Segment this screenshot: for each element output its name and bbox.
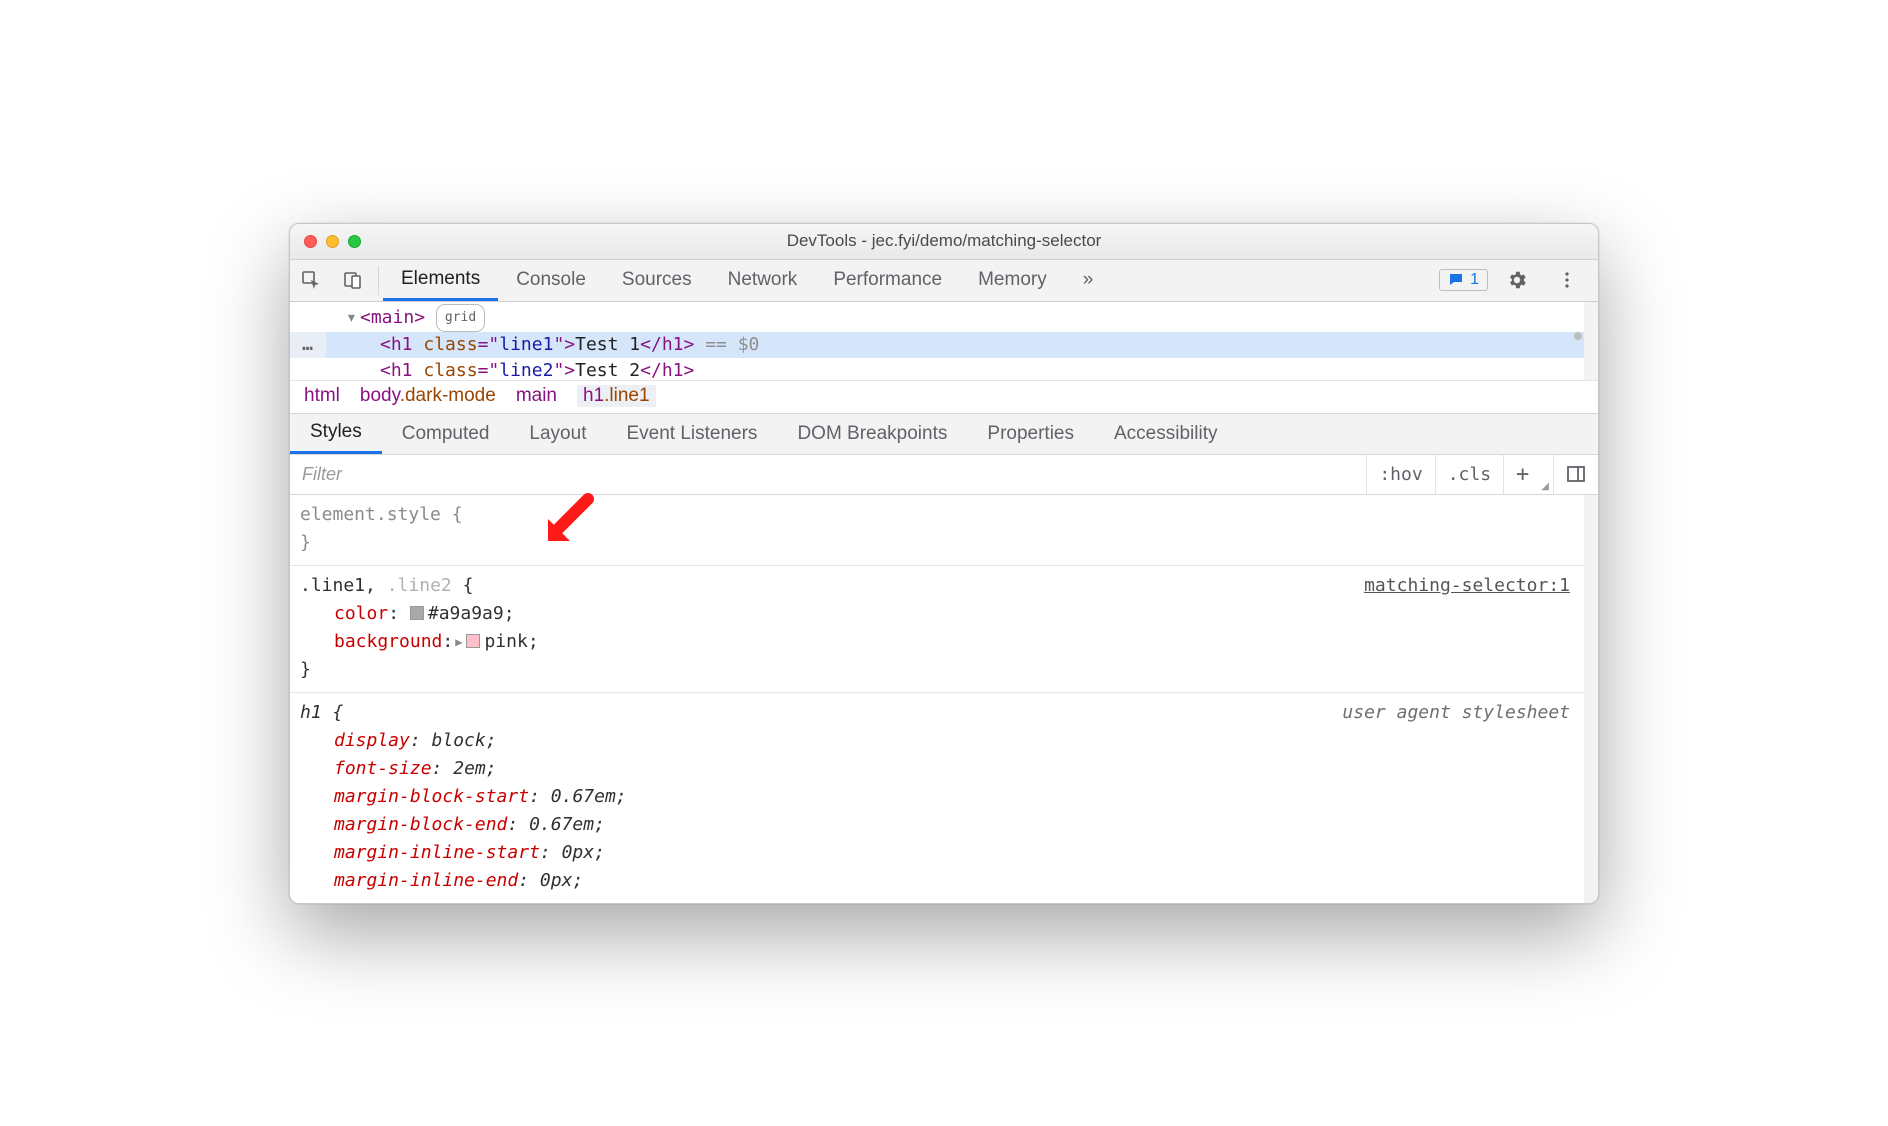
decl-color[interactable]: color: #a9a9a9; — [300, 600, 1570, 628]
expand-shorthand-icon[interactable]: ▶ — [455, 628, 462, 656]
ellipsis-icon[interactable]: … — [290, 332, 326, 358]
zoom-window-button[interactable] — [348, 235, 361, 248]
tab-sources[interactable]: Sources — [604, 260, 710, 301]
ptab-event-listeners[interactable]: Event Listeners — [606, 414, 777, 454]
styles-filter-row: Filter :hov .cls + ◢ — [290, 455, 1598, 495]
rule-element-style[interactable]: element.style { } — [290, 495, 1584, 566]
more-icon[interactable] — [1546, 270, 1588, 290]
breadcrumb: html body.dark-mode main h1.line1 — [290, 380, 1598, 413]
tab-elements[interactable]: Elements — [383, 260, 498, 301]
tabs-overflow[interactable]: » — [1065, 260, 1112, 301]
decl-background[interactable]: background:▶pink; — [300, 628, 1570, 656]
styles-pane-tabs: Styles Computed Layout Event Listeners D… — [290, 413, 1598, 455]
crumb-body[interactable]: body.dark-mode — [360, 385, 496, 407]
toolbar-right: 1 — [1429, 260, 1598, 301]
ptab-accessibility[interactable]: Accessibility — [1094, 414, 1237, 454]
window-title: DevTools - jec.fyi/demo/matching-selecto… — [290, 231, 1598, 251]
ptab-layout[interactable]: Layout — [509, 414, 606, 454]
scroll-indicator — [1574, 332, 1582, 340]
cls-toggle[interactable]: .cls — [1435, 455, 1503, 494]
window-controls — [290, 235, 361, 248]
expand-arrow-icon[interactable]: ▾ — [346, 305, 360, 331]
ptab-dom-breakpoints[interactable]: DOM Breakpoints — [777, 414, 967, 454]
tab-network[interactable]: Network — [710, 260, 816, 301]
rule-matching-selector[interactable]: matching-selector:1 .line1, .line2 { col… — [290, 566, 1584, 693]
styles-rules: element.style { } matching-selector:1 .l… — [290, 495, 1598, 903]
expand-corner-icon[interactable]: ◢ — [1541, 481, 1553, 494]
tab-performance[interactable]: Performance — [815, 260, 960, 301]
color-swatch-icon[interactable] — [410, 606, 424, 620]
tab-memory[interactable]: Memory — [960, 260, 1065, 301]
titlebar: DevTools - jec.fyi/demo/matching-selecto… — [290, 224, 1598, 260]
filter-input[interactable]: Filter — [290, 455, 1366, 494]
rule-source-link[interactable]: matching-selector:1 — [1364, 572, 1570, 600]
main-toolbar: Elements Console Sources Network Perform… — [290, 260, 1598, 302]
dom-tree[interactable]: ▾<main> grid … <h1 class="line1">Test 1<… — [290, 302, 1598, 380]
dom-node-main[interactable]: ▾<main> grid — [290, 304, 1584, 332]
device-toolbar-icon[interactable] — [332, 260, 374, 301]
panel-tabs: Elements Console Sources Network Perform… — [383, 260, 1429, 301]
minimize-window-button[interactable] — [326, 235, 339, 248]
divider — [378, 266, 379, 295]
inspect-element-icon[interactable] — [290, 260, 332, 301]
hov-toggle[interactable]: :hov — [1366, 455, 1434, 494]
color-swatch-icon[interactable] — [466, 634, 480, 648]
crumb-html[interactable]: html — [304, 385, 340, 407]
messages-count: 1 — [1470, 271, 1479, 289]
close-window-button[interactable] — [304, 235, 317, 248]
devtools-window: DevTools - jec.fyi/demo/matching-selecto… — [289, 223, 1599, 904]
rule-source-ua: user agent stylesheet — [1342, 699, 1570, 727]
annotation-arrow-icon — [540, 493, 596, 549]
ptab-styles[interactable]: Styles — [290, 414, 382, 454]
console-messages-badge[interactable]: 1 — [1439, 269, 1488, 291]
ptab-computed[interactable]: Computed — [382, 414, 510, 454]
crumb-h1[interactable]: h1.line1 — [577, 385, 656, 407]
new-style-rule-button[interactable]: + — [1503, 455, 1541, 494]
toggle-sidebar-icon[interactable] — [1553, 455, 1598, 494]
ptab-properties[interactable]: Properties — [967, 414, 1094, 454]
settings-icon[interactable] — [1496, 269, 1538, 291]
tab-console[interactable]: Console — [498, 260, 604, 301]
dom-node-selected[interactable]: … <h1 class="line1">Test 1</h1> == $0 — [290, 332, 1584, 358]
rule-user-agent[interactable]: user agent stylesheet h1 { display: bloc… — [290, 693, 1584, 903]
dom-node-line2[interactable]: <h1 class="line2">Test 2</h1> — [290, 358, 1584, 380]
crumb-main[interactable]: main — [516, 385, 557, 407]
grid-badge[interactable]: grid — [436, 304, 485, 332]
